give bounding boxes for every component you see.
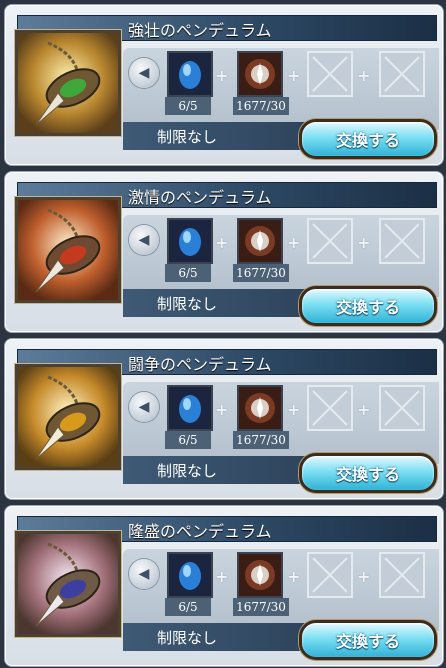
exchange-button[interactable]: 交換する bbox=[299, 286, 437, 326]
plus-icon: + bbox=[287, 400, 301, 419]
limit-text: 制限なし bbox=[157, 462, 218, 480]
material-quantity: 1677/30 bbox=[233, 598, 289, 616]
blue-gem-icon[interactable] bbox=[167, 385, 213, 431]
empty-material-slot bbox=[307, 218, 353, 264]
pendulum-item-icon[interactable] bbox=[15, 364, 121, 470]
exchange-button[interactable]: 交換する bbox=[299, 453, 437, 493]
limit-text: 制限なし bbox=[157, 629, 218, 647]
material-quantity: 1677/30 bbox=[233, 97, 289, 115]
material-quantity: 6/5 bbox=[165, 431, 211, 449]
empty-material-slot bbox=[307, 385, 353, 431]
limit-text: 制限なし bbox=[157, 128, 218, 146]
emblem-icon[interactable] bbox=[237, 218, 283, 264]
pendulum-item-icon[interactable] bbox=[15, 197, 121, 303]
plus-icon: + bbox=[287, 233, 301, 252]
exchange-card: 激情のペンデュラム ◀ + + + 6/5 1677/30 制限なし 交換する bbox=[4, 171, 444, 333]
empty-material-slot bbox=[379, 51, 425, 97]
limit-text: 制限なし bbox=[157, 295, 218, 313]
exchange-button[interactable]: 交換する bbox=[299, 119, 437, 159]
exchange-card: 強壮のペンデュラム ◀ + + + 6/5 1677/30 制限なし 交換する bbox=[4, 4, 444, 166]
recipe-bar: ◀ + + + 6/5 1677/30 bbox=[123, 382, 439, 464]
blue-gem-icon[interactable] bbox=[167, 218, 213, 264]
plus-icon: + bbox=[215, 567, 229, 586]
blue-gem-icon[interactable] bbox=[167, 51, 213, 97]
emblem-icon[interactable] bbox=[237, 51, 283, 97]
empty-material-slot bbox=[379, 385, 425, 431]
empty-material-slot bbox=[379, 218, 425, 264]
item-title: 隆盛のペンデュラム bbox=[128, 522, 272, 541]
item-title: 強壮のペンデュラム bbox=[128, 21, 272, 40]
plus-icon: + bbox=[357, 233, 371, 252]
material-quantity: 1677/30 bbox=[233, 431, 289, 449]
pendulum-item-icon[interactable] bbox=[15, 30, 121, 136]
recipe-bar: ◀ + + + 6/5 1677/30 bbox=[123, 215, 439, 297]
material-quantity: 6/5 bbox=[165, 264, 211, 282]
empty-material-slot bbox=[379, 552, 425, 598]
recipe-bar: ◀ + + + 6/5 1677/30 bbox=[123, 549, 439, 631]
plus-icon: + bbox=[357, 567, 371, 586]
scroll-left-icon[interactable]: ◀ bbox=[129, 225, 159, 255]
empty-material-slot bbox=[307, 51, 353, 97]
scroll-left-icon[interactable]: ◀ bbox=[129, 58, 159, 88]
plus-icon: + bbox=[287, 66, 301, 85]
plus-icon: + bbox=[215, 233, 229, 252]
blue-gem-icon[interactable] bbox=[167, 552, 213, 598]
plus-icon: + bbox=[357, 66, 371, 85]
item-title: 激情のペンデュラム bbox=[128, 188, 272, 207]
item-title: 闘争のペンデュラム bbox=[128, 355, 272, 374]
plus-icon: + bbox=[287, 567, 301, 586]
emblem-icon[interactable] bbox=[237, 385, 283, 431]
recipe-bar: ◀ + + + 6/5 1677/30 bbox=[123, 48, 439, 130]
material-quantity: 6/5 bbox=[165, 598, 211, 616]
material-quantity: 6/5 bbox=[165, 97, 211, 115]
plus-icon: + bbox=[215, 400, 229, 419]
scroll-left-icon[interactable]: ◀ bbox=[129, 392, 159, 422]
scroll-left-icon[interactable]: ◀ bbox=[129, 559, 159, 589]
plus-icon: + bbox=[215, 66, 229, 85]
plus-icon: + bbox=[357, 400, 371, 419]
empty-material-slot bbox=[307, 552, 353, 598]
exchange-card: 隆盛のペンデュラム ◀ + + + 6/5 1677/30 制限なし 交換する bbox=[4, 505, 444, 667]
exchange-card: 闘争のペンデュラム ◀ + + + 6/5 1677/30 制限なし 交換する bbox=[4, 338, 444, 500]
exchange-button[interactable]: 交換する bbox=[299, 620, 437, 660]
material-quantity: 1677/30 bbox=[233, 264, 289, 282]
pendulum-item-icon[interactable] bbox=[15, 531, 121, 637]
emblem-icon[interactable] bbox=[237, 552, 283, 598]
